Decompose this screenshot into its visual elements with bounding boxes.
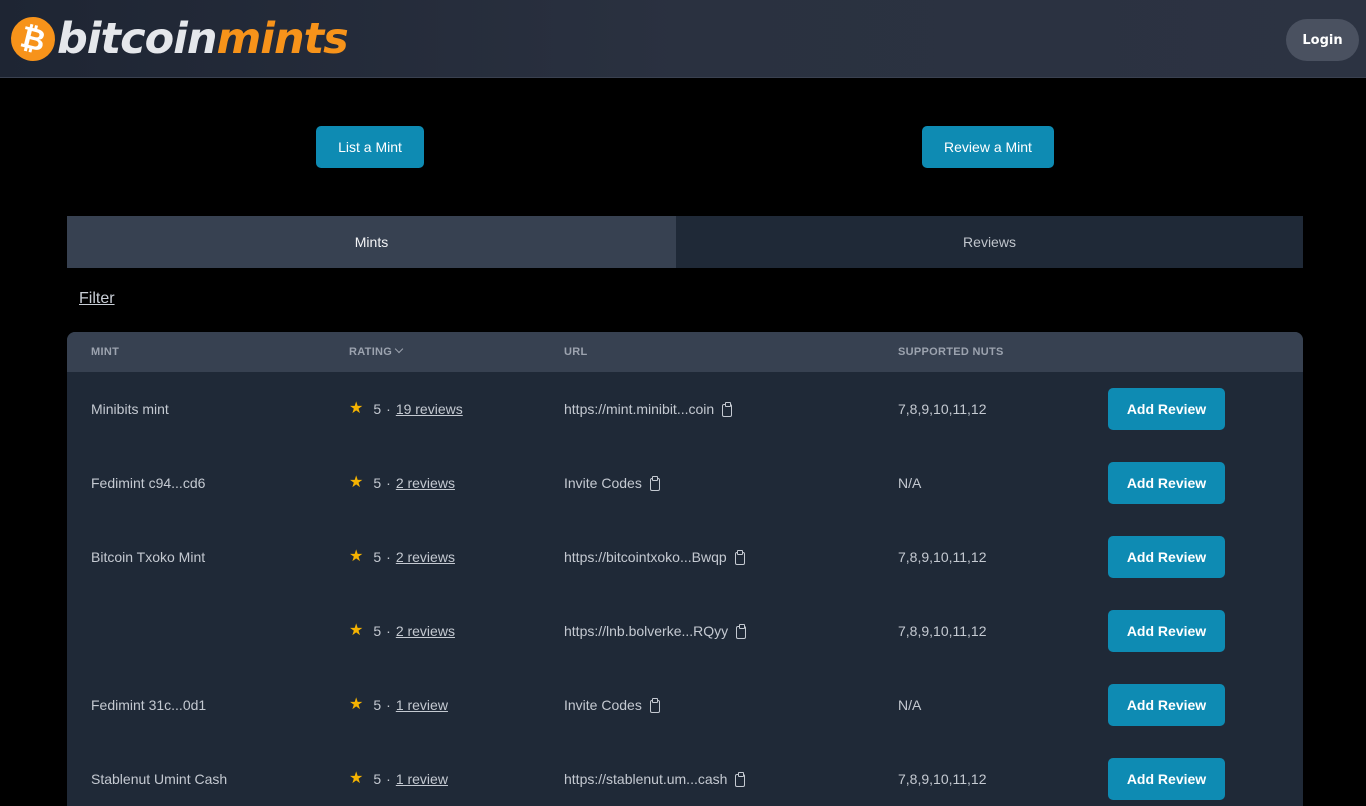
url-cell: https://stablenut.um...cash [564,742,746,806]
clipboard-icon[interactable] [649,697,660,713]
mint-name: Fedimint c94...cd6 [91,475,206,491]
add-review-button[interactable]: Add Review [1108,462,1225,504]
reviews-link[interactable]: 2 reviews [396,475,455,491]
rating-value: 5 [373,549,382,565]
add-review-button[interactable]: Add Review [1108,684,1225,726]
separator-dot: · [386,401,391,417]
star-icon: ★ [349,696,364,713]
table-row: Bitcoin Txoko Mint ★ 5 · 2 reviews https://bi… [67,520,1303,594]
rating-value: 5 [373,401,382,417]
separator-dot: · [386,697,391,713]
reviews-link[interactable]: 1 review [396,771,448,787]
rating-cell: ★ 5 · 19 reviews [349,372,463,446]
list-a-mint-button[interactable]: List a Mint [316,126,424,168]
rating-value: 5 [373,771,382,787]
review-a-mint-button[interactable]: Review a Mint [922,126,1054,168]
reviews-link[interactable]: 2 reviews [396,549,455,565]
rating-cell: ★ 5 · 1 review [349,668,448,742]
column-header-url: URL [564,346,588,358]
star-icon: ★ [349,474,364,491]
separator-dot: · [386,771,391,787]
top-bar: ₿ bitcoinmints Login [0,0,1366,78]
rating-cell: ★ 5 · 2 reviews [349,520,455,594]
action-cell: Add Review [1108,668,1225,742]
action-cell: Add Review [1108,594,1225,668]
clipboard-icon[interactable] [734,549,745,565]
mint-name: Minibits mint [91,401,169,417]
url-cell: https://lnb.bolverke...RQyy [564,594,747,668]
mint-name: Fedimint 31c...0d1 [91,697,207,713]
supported-nuts: N/A [898,475,922,491]
filter-link[interactable]: Filter [79,290,115,308]
star-icon: ★ [349,400,364,417]
add-review-button[interactable]: Add Review [1108,388,1225,430]
mint-url: https://stablenut.um...cash [564,771,728,787]
reviews-link[interactable]: 1 review [396,697,448,713]
star-icon: ★ [349,548,364,565]
table-row: ★ 5 · 2 reviews https://lnb.bolverke...RQyy 7… [67,594,1303,668]
separator-dot: · [386,623,391,639]
mint-url: Invite Codes [564,697,642,713]
url-cell: Invite Codes [564,446,660,520]
mint-url: https://bitcointxoko...Bwqp [564,549,727,565]
reviews-link[interactable]: 19 reviews [396,401,463,417]
action-cell: Add Review [1108,446,1225,520]
supported-nuts: 7,8,9,10,11,12 [898,771,987,787]
separator-dot: · [386,549,391,565]
column-header-mint: MINT [91,346,120,358]
star-icon: ★ [349,770,364,787]
mints-table: MINT RATING URL SUPPORTED NUTS Minibits … [67,332,1303,806]
clipboard-icon[interactable] [736,623,747,639]
clipboard-icon[interactable] [649,475,660,491]
mint-url: Invite Codes [564,475,642,491]
supported-nuts: N/A [898,697,922,713]
login-button[interactable]: Login [1286,19,1359,61]
tab-mints[interactable]: Mints [67,216,676,268]
column-header-supported-nuts: SUPPORTED NUTS [898,346,1004,358]
action-cell: Add Review [1108,742,1225,806]
rating-value: 5 [373,697,382,713]
table-row: Fedimint 31c...0d1 ★ 5 · 1 review Invite Code… [67,668,1303,742]
table-header: MINT RATING URL SUPPORTED NUTS [67,332,1303,372]
add-review-button[interactable]: Add Review [1108,536,1225,578]
rating-value: 5 [373,623,382,639]
supported-nuts: 7,8,9,10,11,12 [898,549,987,565]
url-cell: https://bitcointxoko...Bwqp [564,520,745,594]
rating-cell: ★ 5 · 2 reviews [349,594,455,668]
column-header-rating-label: RATING [349,346,393,358]
rating-value: 5 [373,475,382,491]
tab-reviews[interactable]: Reviews [676,216,1303,268]
separator-dot: · [386,475,391,491]
clipboard-icon[interactable] [722,401,733,417]
table-row: Fedimint c94...cd6 ★ 5 · 2 reviews Invite Cod… [67,446,1303,520]
action-cell: Add Review [1108,520,1225,594]
mint-url: https://mint.minibit...coin [564,401,715,417]
logo-wordmark: bitcoinmints [57,14,349,64]
site-logo[interactable]: ₿ bitcoinmints [6,12,349,66]
supported-nuts: 7,8,9,10,11,12 [898,401,987,417]
table-row: Minibits mint ★ 5 · 19 reviews https://mint.m… [67,372,1303,446]
column-header-rating[interactable]: RATING [349,344,404,358]
mint-name: Stablenut Umint Cash [91,771,228,787]
add-review-button[interactable]: Add Review [1108,758,1225,800]
star-icon: ★ [349,622,364,639]
bitcoin-coin-icon: ₿ [6,12,60,66]
clipboard-icon[interactable] [735,771,746,787]
table-row: Stablenut Umint Cash ★ 5 · 1 review https://s… [67,742,1303,806]
rating-cell: ★ 5 · 1 review [349,742,448,806]
add-review-button[interactable]: Add Review [1108,610,1225,652]
mint-name: Bitcoin Txoko Mint [91,549,206,565]
tab-bar: Mints Reviews [67,216,1303,268]
supported-nuts: 7,8,9,10,11,12 [898,623,987,639]
action-cell: Add Review [1108,372,1225,446]
rating-cell: ★ 5 · 2 reviews [349,446,455,520]
chevron-down-icon [394,344,404,354]
reviews-link[interactable]: 2 reviews [396,623,455,639]
url-cell: https://mint.minibit...coin [564,372,733,446]
url-cell: Invite Codes [564,668,660,742]
mint-url: https://lnb.bolverke...RQyy [564,623,729,639]
